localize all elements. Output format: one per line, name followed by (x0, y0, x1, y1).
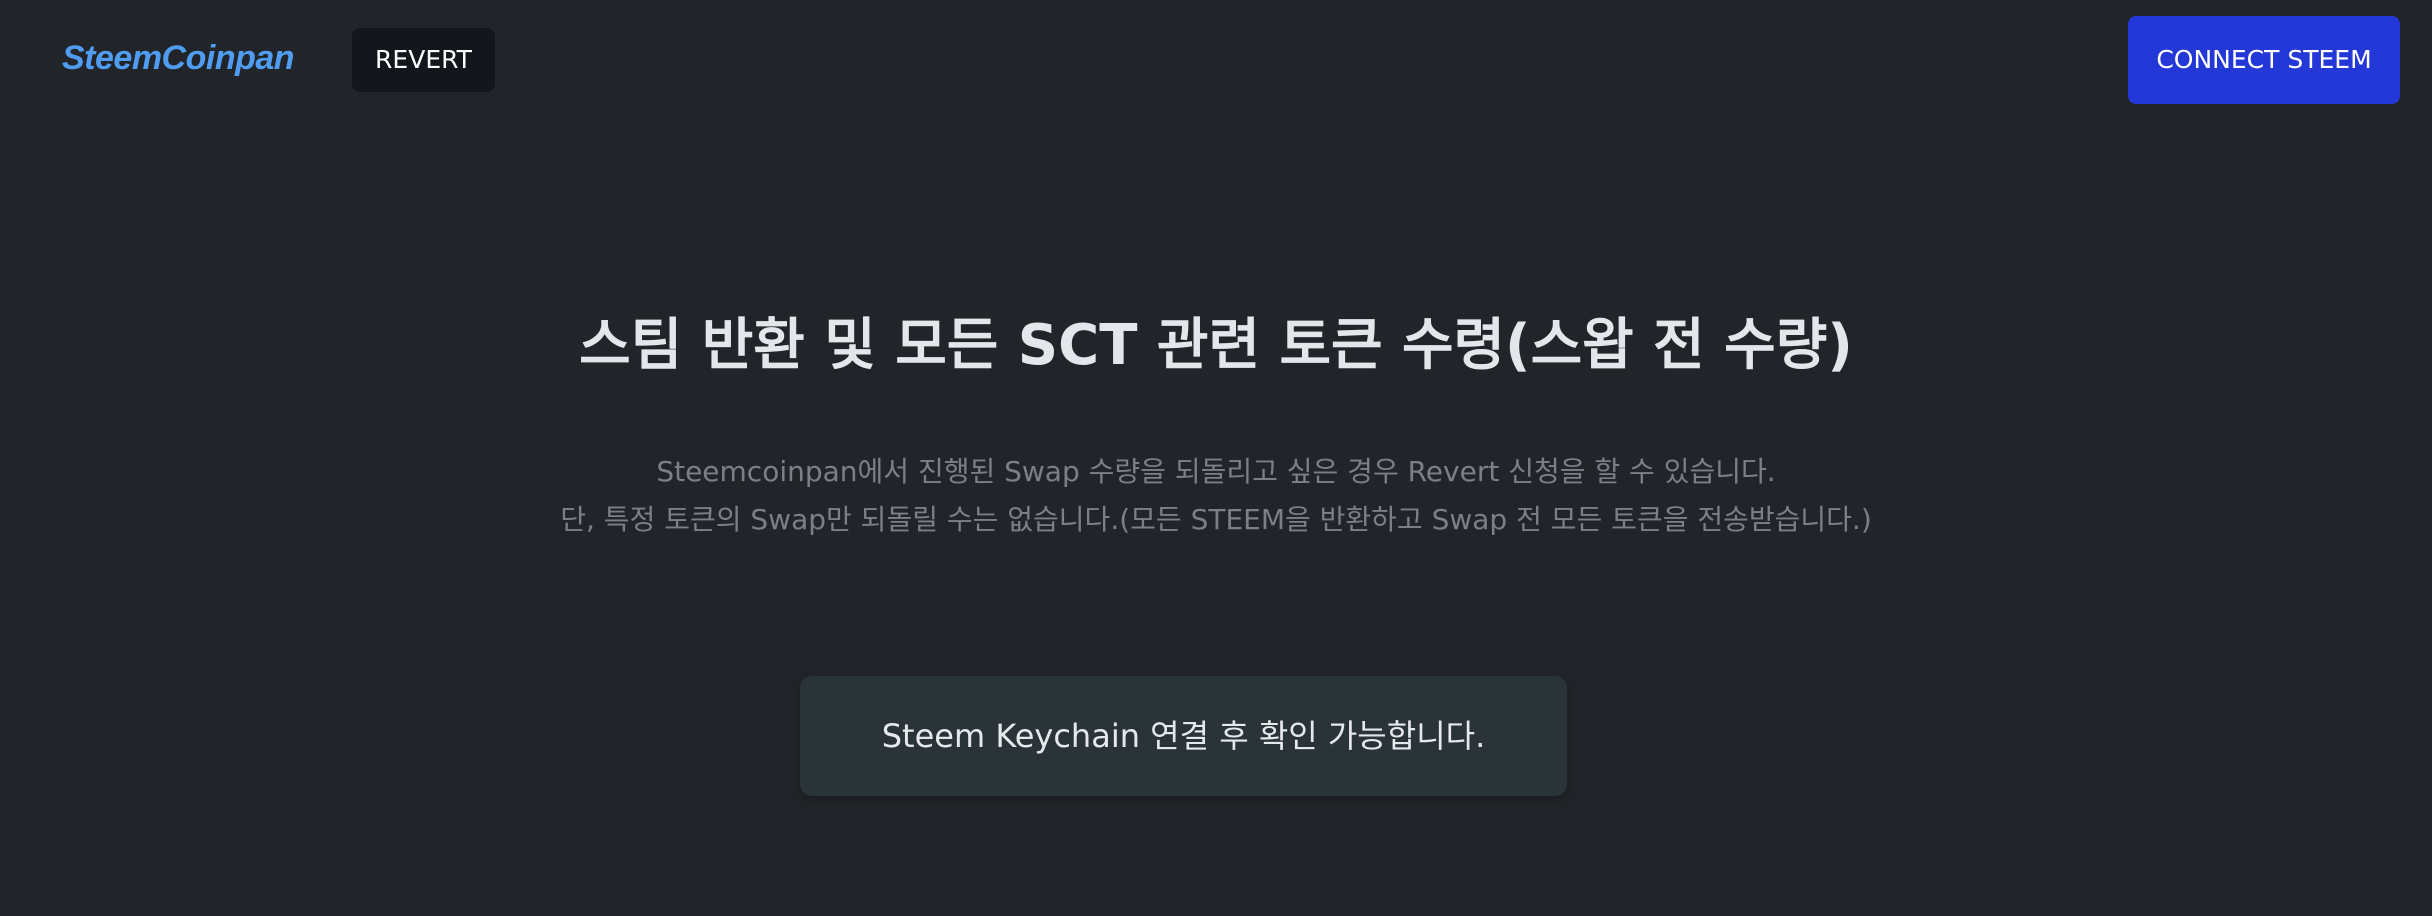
description-line-2: 단, 특정 토큰의 Swap만 되돌릴 수는 없습니다.(모든 STEEM을 반… (560, 503, 1872, 536)
nav-revert-button[interactable]: REVERT (352, 28, 495, 92)
page-title: 스팀 반환 및 모든 SCT 관련 토큰 수령(스왑 전 수량) (579, 313, 1853, 378)
connect-steem-button[interactable]: CONNECT STEEM (2128, 16, 2400, 104)
description-line-1: Steemcoinpan에서 진행된 Swap 수량을 되돌리고 싶은 경우 R… (656, 455, 1776, 488)
description: Steemcoinpan에서 진행된 Swap 수량을 되돌리고 싶은 경우 R… (0, 448, 2432, 544)
page: SteemCoinpan REVERT CONNECT STEEM 스팀 반환 … (0, 0, 2432, 916)
header: SteemCoinpan REVERT CONNECT STEEM (0, 0, 2432, 120)
logo-link[interactable]: SteemCoinpan (62, 38, 295, 78)
keychain-notice: Steem Keychain 연결 후 확인 가능합니다. (800, 676, 1567, 796)
